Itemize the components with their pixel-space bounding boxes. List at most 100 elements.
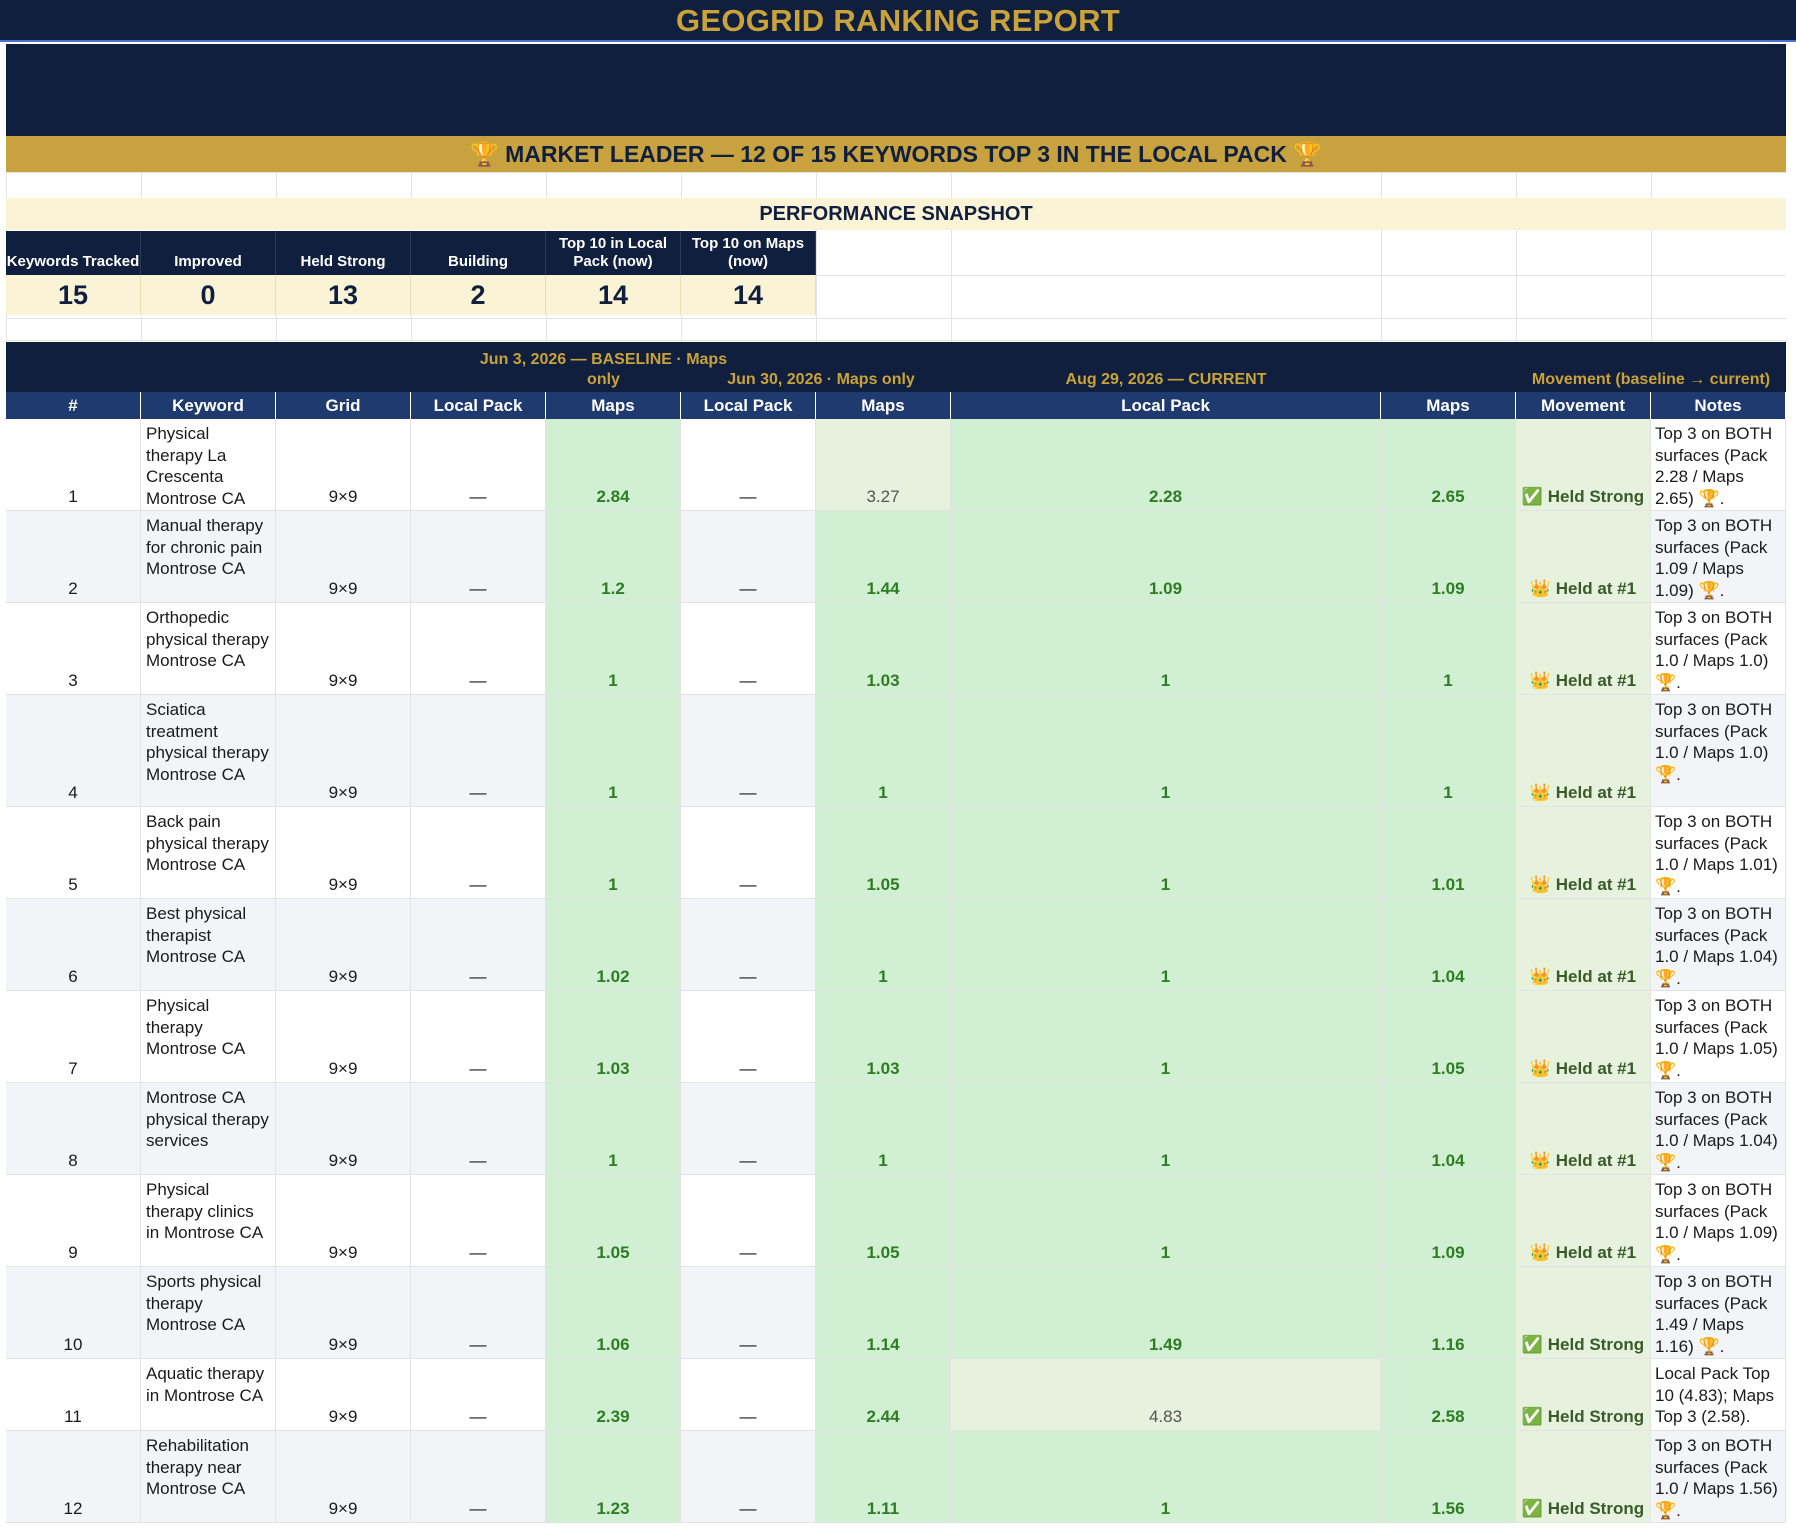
keyword-cell: Manual therapy for chronic pain Montrose… (141, 511, 276, 602)
jun30-maps-cell: 1.05 (816, 1175, 951, 1266)
jun30-maps-cell: 3.27 (816, 419, 951, 510)
col-keyword-header[interactable]: Keyword (141, 392, 276, 419)
gridline-horizontal (6, 318, 1786, 319)
table-row[interactable]: 5 Back pain physical therapy Montrose CA 9… (6, 807, 1786, 899)
baseline-maps-cell: 1.23 (546, 1431, 681, 1522)
row-number: 7 (6, 991, 141, 1082)
keyword-cell: Sports physical therapy Montrose CA (141, 1267, 276, 1358)
table-row[interactable]: 4 Sciatica treatment physical therapy Mon… (6, 695, 1786, 807)
table-row[interactable]: 8 Montrose CA physical therapy services 9×… (6, 1083, 1786, 1175)
baseline-localpack-cell: — (411, 511, 546, 602)
movement-cell: ✅ Held Strong (1516, 419, 1651, 510)
jun30-maps-cell: 1 (816, 1083, 951, 1174)
snapshot-title: PERFORMANCE SNAPSHOT (759, 203, 1033, 225)
kpi-label: Improved (141, 231, 276, 275)
grid-size-cell: 9×9 (276, 511, 411, 602)
period-movement: Movement (baseline → current) (1531, 371, 1771, 388)
row-number: 9 (6, 1175, 141, 1266)
jun30-localpack-cell: — (681, 511, 816, 602)
col-baseline-localpack-header[interactable]: Local Pack (411, 392, 546, 419)
table-row[interactable]: 1 Physical therapy La Crescenta Montrose … (6, 419, 1786, 511)
table-row[interactable]: 2 Manual therapy for chronic pain Montros… (6, 511, 1786, 603)
notes-cell: Top 3 on BOTH surfaces (Pack 1.49 / Maps… (1651, 1267, 1786, 1358)
col-grid-header[interactable]: Grid (276, 392, 411, 419)
header-band (6, 44, 1786, 136)
baseline-localpack-cell: — (411, 603, 546, 694)
table-row[interactable]: 11 Aquatic therapy in Montrose CA 9×9—2.39… (6, 1359, 1786, 1431)
jun30-localpack-cell: — (681, 1175, 816, 1266)
current-localpack-cell: 1 (951, 603, 1381, 694)
movement-cell: 👑 Held at #1 (1516, 511, 1651, 602)
table-row[interactable]: 10 Sports physical therapy Montrose CA 9×9… (6, 1267, 1786, 1359)
kpi-value: 15 (6, 275, 141, 315)
market-leader-banner: 🏆 MARKET LEADER — 12 OF 15 KEYWORDS TOP … (6, 136, 1786, 172)
jun30-localpack-cell: — (681, 603, 816, 694)
movement-cell: ✅ Held Strong (1516, 1431, 1651, 1522)
col-jun30-localpack-header[interactable]: Local Pack (681, 392, 816, 419)
period-current: Aug 29, 2026 — CURRENT (1065, 371, 1267, 388)
notes-cell: Top 3 on BOTH surfaces (Pack 1.0 / Maps … (1651, 695, 1786, 806)
grid-size-cell: 9×9 (276, 899, 411, 990)
grid-size-cell: 9×9 (276, 419, 411, 510)
keyword-cell: Physical therapy clinics in Montrose CA (141, 1175, 276, 1266)
keyword-cell: Rehabilitation therapy near Montrose CA (141, 1431, 276, 1522)
movement-cell: ✅ Held Strong (1516, 1267, 1651, 1358)
table-row[interactable]: 12 Rehabilitation therapy near Montrose C… (6, 1431, 1786, 1523)
table-row[interactable]: 7 Physical therapy Montrose CA 9×9—1.03—1.… (6, 991, 1786, 1083)
grid-size-cell: 9×9 (276, 991, 411, 1082)
current-localpack-cell: 1.49 (951, 1267, 1381, 1358)
current-maps-cell: 2.58 (1381, 1359, 1516, 1430)
baseline-localpack-cell: — (411, 807, 546, 898)
movement-cell: 👑 Held at #1 (1516, 603, 1651, 694)
jun30-maps-cell: 1.14 (816, 1267, 951, 1358)
movement-cell: ✅ Held Strong (1516, 1359, 1651, 1430)
jun30-maps-cell: 2.44 (816, 1359, 951, 1430)
baseline-maps-cell: 1.05 (546, 1175, 681, 1266)
col-baseline-maps-header[interactable]: Maps (546, 392, 681, 419)
baseline-maps-cell: 1.02 (546, 899, 681, 990)
notes-cell: Top 3 on BOTH surfaces (Pack 1.0 / Maps … (1651, 991, 1786, 1082)
notes-cell: Top 3 on BOTH surfaces (Pack 1.0 / Maps … (1651, 1431, 1786, 1522)
current-maps-cell: 1.16 (1381, 1267, 1516, 1358)
keyword-cell: Sciatica treatment physical therapy Mont… (141, 695, 276, 806)
col-current-maps-header[interactable]: Maps (1381, 392, 1516, 419)
jun30-localpack-cell: — (681, 807, 816, 898)
grid-size-cell: 9×9 (276, 807, 411, 898)
col-jun30-maps-header[interactable]: Maps (816, 392, 951, 419)
current-maps-cell: 1.05 (1381, 991, 1516, 1082)
col-notes-header[interactable]: Notes (1651, 392, 1786, 419)
col-number-header[interactable]: # (6, 392, 141, 419)
notes-cell: Top 3 on BOTH surfaces (Pack 1.0 / Maps … (1651, 1083, 1786, 1174)
report-title: GEOGRID RANKING REPORT (675, 3, 1121, 38)
row-number: 3 (6, 603, 141, 694)
current-localpack-cell: 1.09 (951, 511, 1381, 602)
row-number: 1 (6, 419, 141, 510)
grid-size-cell: 9×9 (276, 1359, 411, 1430)
current-localpack-cell: 2.28 (951, 419, 1381, 510)
report-title-bar: GEOGRID RANKING REPORT (0, 0, 1796, 42)
banner-text: 🏆 MARKET LEADER — 12 OF 15 KEYWORDS TOP … (470, 141, 1322, 167)
baseline-maps-cell: 1 (546, 603, 681, 694)
jun30-localpack-cell: — (681, 1267, 816, 1358)
table-row[interactable]: 3 Orthopedic physical therapy Montrose CA… (6, 603, 1786, 695)
col-current-localpack-header[interactable]: Local Pack (951, 392, 1381, 419)
kpi-label: Building (411, 231, 546, 275)
current-maps-cell: 1.09 (1381, 511, 1516, 602)
jun30-localpack-cell: — (681, 1431, 816, 1522)
movement-cell: 👑 Held at #1 (1516, 1083, 1651, 1174)
table-row[interactable]: 6 Best physical therapist Montrose CA 9×9—… (6, 899, 1786, 991)
baseline-maps-cell: 2.84 (546, 419, 681, 510)
kpi-value: 13 (276, 275, 411, 315)
movement-cell: 👑 Held at #1 (1516, 1175, 1651, 1266)
kpi-value: 2 (411, 275, 546, 315)
current-maps-cell: 1 (1381, 695, 1516, 806)
snapshot-header: PERFORMANCE SNAPSHOT (6, 198, 1786, 230)
movement-cell: 👑 Held at #1 (1516, 991, 1651, 1082)
kpi-label: Keywords Tracked (6, 231, 141, 275)
row-number: 10 (6, 1267, 141, 1358)
table-row[interactable]: 9 Physical therapy clinics in Montrose CA… (6, 1175, 1786, 1267)
baseline-maps-cell: 1 (546, 807, 681, 898)
notes-cell: Local Pack Top 10 (4.83); Maps Top 3 (2.… (1651, 1359, 1786, 1430)
movement-cell: 👑 Held at #1 (1516, 807, 1651, 898)
col-movement-header[interactable]: Movement (1516, 392, 1651, 419)
